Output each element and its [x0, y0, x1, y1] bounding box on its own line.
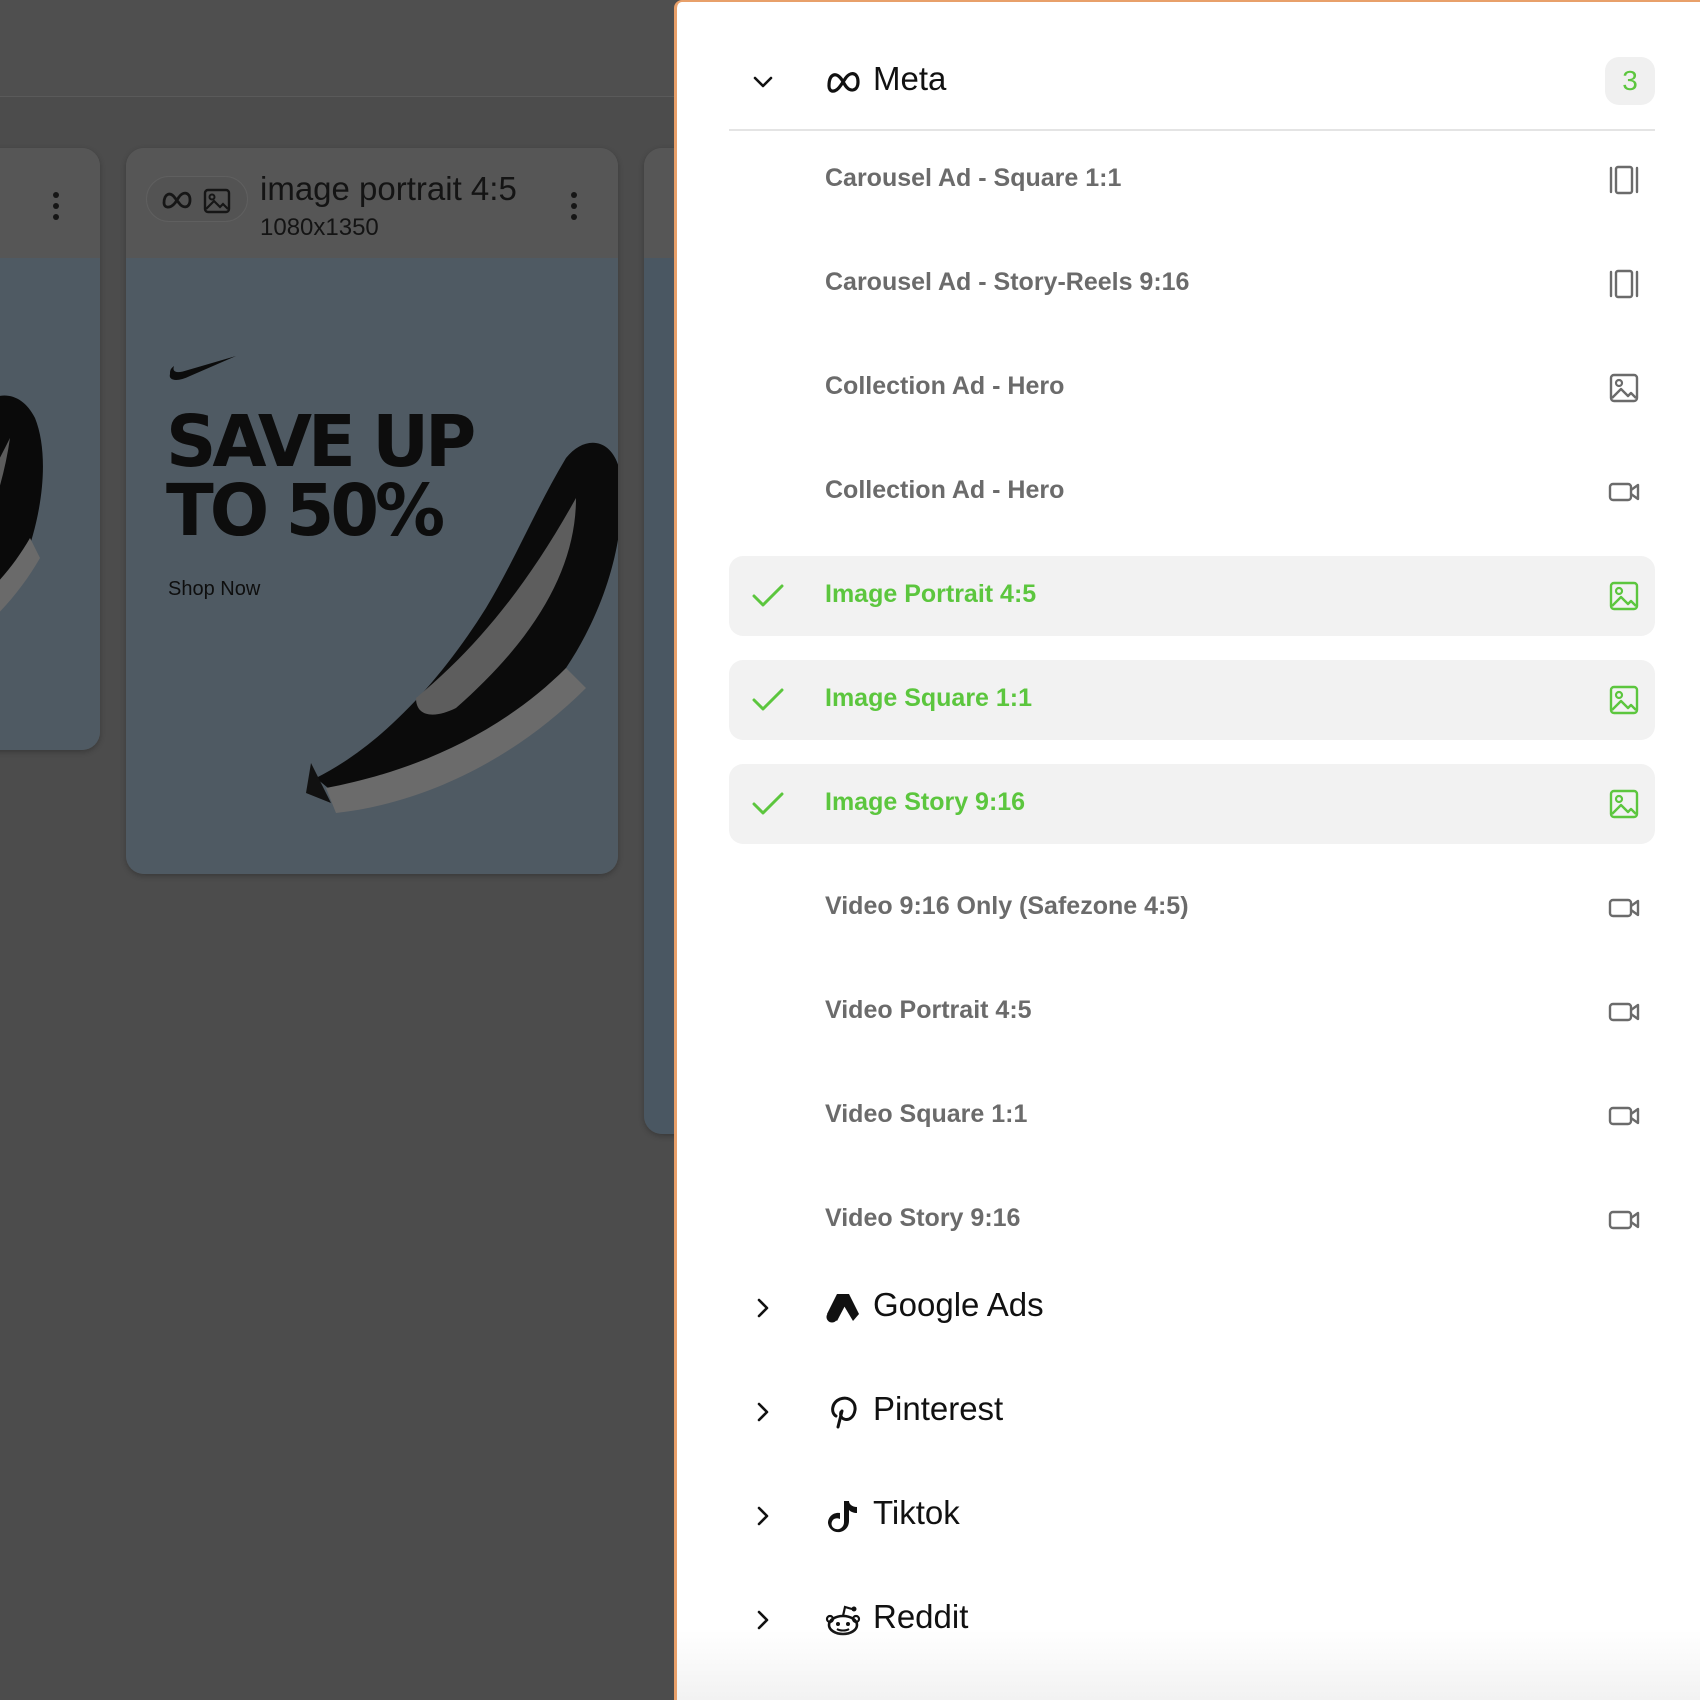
group-name: Meta: [873, 60, 947, 97]
video-icon: [1608, 1210, 1640, 1230]
panel-bottom-fade: [677, 1630, 1700, 1700]
nike-logo: [169, 356, 236, 380]
creative-card-left[interactable]: [0, 148, 100, 750]
group-header-pinterest[interactable]: Pinterest: [729, 1360, 1655, 1464]
format-item[interactable]: Image Story 9:16: [729, 764, 1655, 844]
chevron-right-icon[interactable]: [749, 1294, 777, 1322]
meta-icon: [827, 72, 860, 93]
image-icon: [1609, 373, 1639, 403]
card-preview-image: [644, 258, 676, 1134]
shoe-image: [306, 442, 618, 813]
image-icon: [1609, 685, 1639, 715]
format-item[interactable]: Video Story 9:16: [729, 1180, 1655, 1260]
format-label: Video Portrait 4:5: [825, 996, 1032, 1024]
format-label: Collection Ad - Hero: [825, 372, 1065, 400]
image-icon: [1609, 789, 1639, 819]
workspace-background: image portrait 4:5 1080x1350 SAVE UP TO …: [0, 0, 676, 1700]
image-icon: [203, 188, 231, 214]
card-header: [644, 148, 676, 258]
chevron-right-icon[interactable]: [749, 1398, 777, 1426]
group-header-meta[interactable]: Meta 3: [729, 30, 1655, 131]
pinterest-icon: [831, 1396, 857, 1429]
format-item[interactable]: Video Portrait 4:5: [729, 972, 1655, 1052]
more-options-icon[interactable]: [571, 192, 577, 220]
format-item[interactable]: Video Square 1:1: [729, 1076, 1655, 1156]
card-header: [0, 148, 100, 258]
chevron-right-icon[interactable]: [749, 1502, 777, 1530]
card-header: image portrait 4:5 1080x1350: [126, 148, 618, 258]
creative-card-right[interactable]: [644, 148, 676, 1134]
image-icon: [1609, 581, 1639, 611]
card-title: image portrait 4:5: [260, 170, 517, 207]
format-item[interactable]: Collection Ad - Hero: [729, 348, 1655, 428]
meta-icon: [162, 191, 192, 209]
format-label: Carousel Ad - Story-Reels 9:16: [825, 268, 1190, 296]
format-item[interactable]: Image Portrait 4:5: [729, 556, 1655, 636]
format-item[interactable]: Carousel Ad - Story-Reels 9:16: [729, 244, 1655, 324]
group-name: Google Ads: [873, 1286, 1044, 1323]
group-name: Tiktok: [873, 1494, 960, 1531]
more-options-icon[interactable]: [53, 192, 59, 220]
video-icon: [1608, 482, 1640, 502]
promo-cta: Shop Now: [168, 578, 261, 600]
format-label: Collection Ad - Hero: [825, 476, 1065, 504]
format-item[interactable]: Carousel Ad - Square 1:1: [729, 140, 1655, 220]
card-preview-image: SAVE UP TO 50% Shop Now: [126, 258, 618, 874]
format-label: Video 9:16 Only (Safezone 4:5): [825, 892, 1189, 920]
card-preview-image: [0, 258, 100, 750]
carousel-icon: [1609, 269, 1639, 299]
checkmark-icon: [752, 792, 784, 815]
format-item[interactable]: Image Square 1:1: [729, 660, 1655, 740]
shoe-image: [0, 395, 43, 612]
format-item[interactable]: Collection Ad - Hero: [729, 452, 1655, 532]
tiktok-icon: [828, 1501, 857, 1533]
selected-count-badge: 3: [1605, 57, 1655, 105]
checkmark-icon: [752, 584, 784, 607]
card-dimensions: 1080x1350: [260, 214, 379, 241]
checkmark-icon: [752, 688, 784, 711]
video-icon: [1608, 1002, 1640, 1022]
creative-card[interactable]: image portrait 4:5 1080x1350 SAVE UP TO …: [126, 148, 618, 874]
format-label: Video Story 9:16: [825, 1204, 1021, 1232]
format-label: Image Portrait 4:5: [825, 580, 1037, 608]
format-label: Video Square 1:1: [825, 1100, 1028, 1128]
platform-type-chip: [146, 176, 248, 222]
workspace-toolbar: [0, 0, 676, 97]
format-label: Carousel Ad - Square 1:1: [825, 164, 1122, 192]
group-name: Pinterest: [873, 1390, 1004, 1427]
group-header-tiktok[interactable]: Tiktok: [729, 1464, 1655, 1568]
google-ads-icon: [826, 1294, 859, 1323]
format-item[interactable]: Video 9:16 Only (Safezone 4:5): [729, 868, 1655, 948]
format-selection-panel: Meta 3 Carousel Ad - Square 1:1 Carousel …: [674, 0, 1700, 1700]
video-icon: [1608, 1106, 1640, 1126]
video-icon: [1608, 898, 1640, 918]
format-label: Image Square 1:1: [825, 684, 1033, 712]
chevron-down-icon[interactable]: [749, 68, 777, 96]
group-header-google-ads[interactable]: Google Ads: [729, 1256, 1655, 1360]
carousel-icon: [1609, 165, 1639, 195]
format-label: Image Story 9:16: [825, 788, 1026, 816]
